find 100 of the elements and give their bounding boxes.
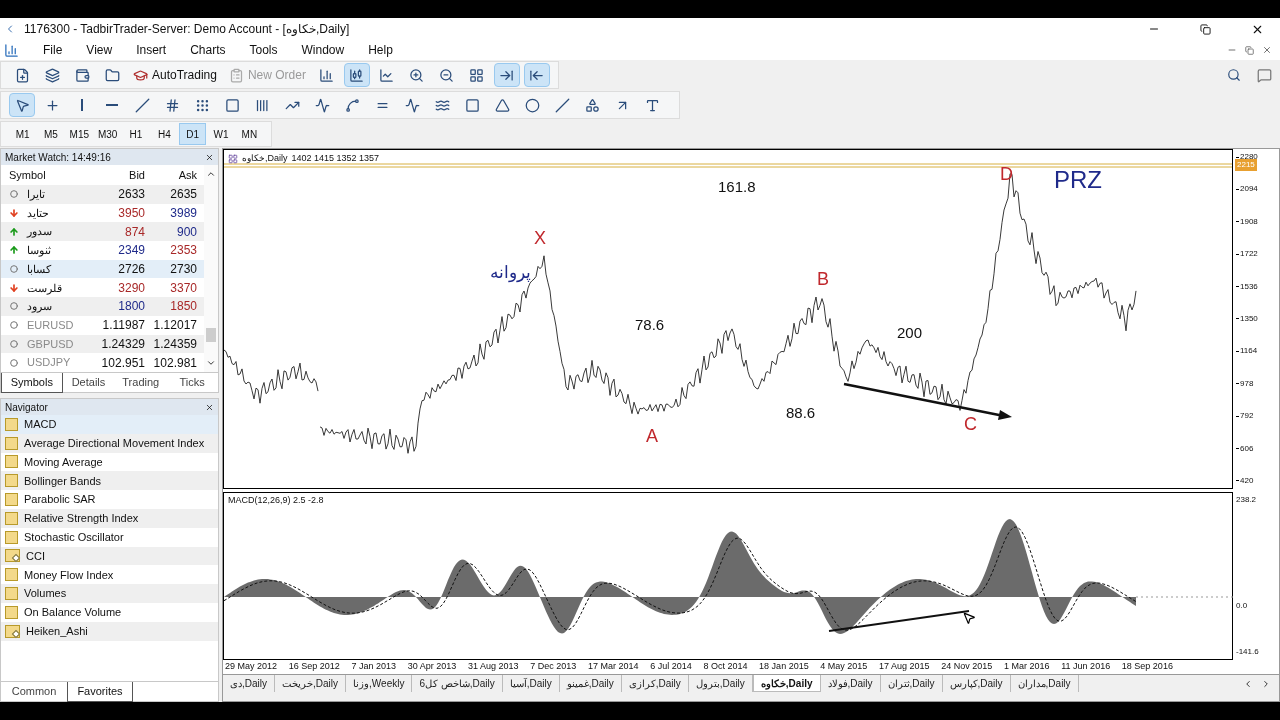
symbol-name: USDJPY	[27, 355, 71, 371]
profiles-icon	[44, 67, 60, 83]
timeframe-button[interactable]: M1	[9, 123, 37, 145]
bid-price: 3290	[118, 280, 145, 295]
menu-item[interactable]: View	[74, 41, 125, 59]
menu-item[interactable]: Charts	[178, 41, 238, 59]
chart-ohlc: 1402 1415 1352 1357	[291, 152, 380, 165]
timeframe-button[interactable]: H4	[150, 123, 178, 145]
column-header[interactable]: Symbol	[1, 166, 99, 184]
axis-label: 2280	[1240, 151, 1258, 162]
panel-tab[interactable]: Symbols	[1, 372, 63, 393]
axis-label: 1536	[1240, 280, 1258, 293]
date-label: 8 Oct 2014	[703, 660, 748, 673]
shapes-icon	[584, 97, 600, 113]
restore-icon[interactable]	[1200, 23, 1211, 35]
panel-tab[interactable]: Details	[62, 372, 115, 393]
bars-icon	[254, 97, 270, 113]
symbol-name: حتاید	[27, 205, 49, 221]
grid-icon	[194, 97, 210, 113]
cursor-button[interactable]	[9, 93, 35, 117]
indicator-name: Moving Average	[24, 454, 103, 470]
candlestick-icon	[349, 67, 365, 83]
date-label: 11 Jun 2016	[1061, 660, 1111, 673]
chart-tab[interactable]: شاخص کل6,Daily	[412, 675, 503, 692]
window-title: 1176300 - TadbirTrader-Server: Demo Account - [خکاوه,Daily]	[24, 21, 351, 38]
bid-price: 2349	[118, 243, 145, 258]
close-icon[interactable]	[205, 402, 214, 412]
timeframe-button[interactable]: M5	[37, 123, 65, 145]
auto-trading-button[interactable]: AutoTrading	[129, 63, 221, 87]
panel-tab[interactable]: Common	[1, 681, 67, 702]
chart-tab[interactable]: خکاوه,Daily	[752, 675, 821, 692]
scroll-up-icon[interactable]	[206, 169, 216, 179]
bid-price: 2726	[118, 262, 145, 277]
indicator-item[interactable]: Bollinger Bands	[1, 471, 218, 491]
axis-label: 420	[1240, 474, 1254, 487]
search-icon[interactable]	[1227, 68, 1241, 82]
chart-tab[interactable]: دی,Daily	[223, 675, 275, 692]
timeframe-button[interactable]: M15	[65, 123, 93, 145]
timeframe-button[interactable]: M30	[94, 123, 122, 145]
panel-tab[interactable]: Favorites	[67, 681, 133, 702]
chart-shift-button[interactable]	[523, 63, 550, 87]
chart-tab[interactable]: فولاد,Daily	[820, 675, 881, 692]
symbol-name: کسابا	[27, 261, 51, 277]
timeframe-button[interactable]: D1	[178, 123, 207, 145]
scroll-down-icon[interactable]	[206, 358, 216, 368]
auto-scroll-button[interactable]	[493, 63, 520, 87]
column-header[interactable]: Ask	[149, 166, 201, 184]
candlestick-button[interactable]	[343, 63, 370, 87]
chart-tab[interactable]: مداران,Daily	[1010, 675, 1079, 692]
chart-tab[interactable]: وزنا,Weekly	[346, 675, 413, 692]
scroll-right-icon[interactable]	[1261, 679, 1271, 689]
panel-tab[interactable]: Trading	[114, 372, 167, 393]
ask-price: 102.981	[153, 355, 197, 370]
axis-label: 0.0	[1236, 600, 1249, 612]
scrollbar[interactable]	[204, 165, 218, 372]
menu-item[interactable]: File	[31, 41, 75, 59]
bid-price: 2633	[118, 187, 145, 202]
chart-label: PRZ	[1054, 166, 1102, 193]
axis-label: 1164	[1240, 345, 1258, 358]
date-label: 29 May 2012	[225, 660, 278, 673]
chart-tab[interactable]: غمینو,Daily	[559, 675, 622, 692]
chart-label: پروانه	[490, 263, 531, 282]
chart-tab[interactable]: کرازی,Daily	[621, 675, 689, 692]
ask-price: 1.24359	[153, 336, 197, 351]
vertical-line-icon	[81, 99, 83, 111]
crosshair-icon	[44, 97, 60, 113]
scroll-left-icon[interactable]	[1243, 679, 1253, 689]
ask-price: 3370	[170, 280, 197, 295]
close-icon[interactable]	[205, 152, 214, 162]
axis-label: 238.2	[1236, 494, 1258, 506]
scroll-thumb[interactable]	[206, 328, 216, 342]
chat-icon[interactable]	[1257, 67, 1272, 83]
timeframe-button[interactable]: W1	[207, 123, 235, 145]
menu-item[interactable]: Window	[289, 41, 357, 59]
date-label: 4 May 2015	[820, 660, 868, 673]
indicator-name: Volumes	[24, 586, 67, 602]
indicator-item[interactable]: MACD	[1, 415, 218, 434]
panel-tab[interactable]: Ticks	[166, 372, 218, 393]
chart-tab[interactable]: ثتران,Daily	[880, 675, 943, 692]
chart-tab[interactable]: آسیا,Daily	[502, 675, 560, 692]
indicator-name: Relative Strength Index	[24, 511, 139, 527]
axis-label: 1908	[1240, 215, 1258, 228]
timeframe-button[interactable]: H1	[122, 123, 150, 145]
column-header[interactable]: Bid	[99, 166, 149, 184]
chart-tab[interactable]: خریخت,Daily	[275, 675, 347, 692]
chart-label: X	[534, 228, 546, 248]
panel-title: Market Watch: 14:49:16	[5, 150, 111, 165]
indicator-item[interactable]: Volumes	[1, 584, 218, 603]
menu-item[interactable]: Help	[356, 41, 405, 59]
date-label: 31 Aug 2013	[467, 660, 519, 673]
trendline-icon	[134, 97, 150, 113]
menu-item[interactable]: Insert	[124, 41, 179, 59]
menu-item[interactable]: Tools	[237, 41, 290, 59]
date-label: 17 Aug 2015	[879, 660, 930, 673]
lines-icon	[314, 97, 330, 113]
bid-price: 874	[124, 224, 145, 239]
chart-tab[interactable]: کپارس,Daily	[942, 675, 1011, 692]
timeframe-button[interactable]: MN	[235, 123, 264, 145]
symbol-name: سرود	[27, 299, 52, 315]
chart-tab[interactable]: بترول,Daily	[688, 675, 753, 692]
